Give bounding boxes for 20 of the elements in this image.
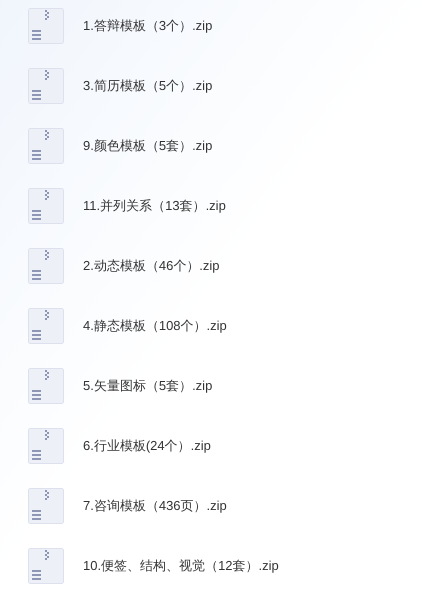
archive-file-icon bbox=[28, 308, 64, 344]
file-name[interactable]: 5.矢量图标（5套）.zip bbox=[83, 376, 212, 396]
file-name[interactable]: 2.动态模板（46个）.zip bbox=[83, 256, 220, 276]
file-name[interactable]: 4.静态模板（108个）.zip bbox=[83, 316, 227, 336]
archive-file-icon bbox=[28, 368, 64, 404]
file-name[interactable]: 6.行业模板(24个）.zip bbox=[83, 436, 211, 456]
archive-file-icon bbox=[28, 68, 64, 104]
archive-file-icon bbox=[28, 8, 64, 44]
archive-file-icon bbox=[28, 248, 64, 284]
file-name[interactable]: 3.简历模板（5个）.zip bbox=[83, 76, 212, 96]
archive-file-icon bbox=[28, 188, 64, 224]
archive-file-icon bbox=[28, 548, 64, 584]
file-name[interactable]: 7.咨询模板（436页）.zip bbox=[83, 496, 227, 516]
file-name[interactable]: 11.并列关系（13套）.zip bbox=[83, 196, 226, 216]
file-name[interactable]: 1.答辩模板（3个）.zip bbox=[83, 16, 212, 36]
file-name[interactable]: 9.颜色模板（5套）.zip bbox=[83, 136, 212, 156]
archive-file-icon bbox=[28, 428, 64, 464]
archive-file-icon bbox=[28, 488, 64, 524]
archive-file-icon bbox=[28, 128, 64, 164]
file-name[interactable]: 10.便签、结构、视觉（12套）.zip bbox=[83, 556, 279, 576]
